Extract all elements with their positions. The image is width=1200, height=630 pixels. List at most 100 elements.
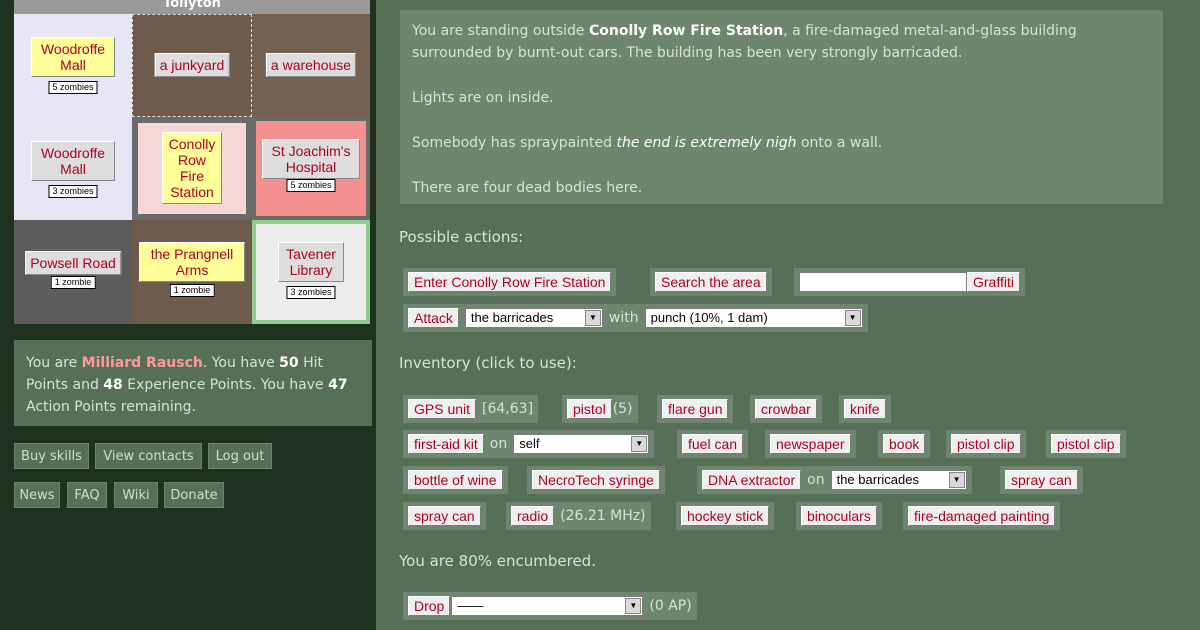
map-cell-warehouse: a warehouse	[252, 14, 370, 117]
map-cell-powsell-road: Powsell Road 1 zombie	[14, 220, 132, 324]
knife-button[interactable]: knife	[844, 399, 886, 419]
inventory-item: DNA extractor on the barricades ▼	[697, 466, 972, 494]
inventory-item: book	[878, 430, 931, 458]
faq-button[interactable]: FAQ	[67, 482, 107, 508]
bottle-of-wine-button[interactable]: bottle of wine	[408, 470, 503, 490]
first-aid-target-select[interactable]: self ▼	[513, 434, 650, 454]
map-location-button[interactable]: St Joachim's Hospital	[262, 139, 360, 179]
map-location-button[interactable]: Woodroffe Mall	[31, 141, 115, 181]
map-cell-hospital: St Joachim's Hospital 5 zombies	[252, 117, 370, 220]
weapon-select[interactable]: punch (10%, 1 dam) ▼	[644, 308, 863, 328]
description-paragraph: You are standing outside Conolly Row Fir…	[412, 23, 1077, 61]
attack-target-select[interactable]: the barricades ▼	[464, 308, 603, 328]
player-status: You are Milliard Rausch. You have 50 Hit…	[14, 340, 372, 426]
inventory-item: radio (26.21 MHz)	[506, 502, 651, 530]
enter-action: Enter Conolly Row Fire Station	[403, 268, 617, 296]
donate-button[interactable]: Donate	[164, 482, 224, 508]
pistol-ammo: (5)	[612, 401, 633, 417]
map-cell-woodroffe-mall-south: Woodroffe Mall 3 zombies	[14, 117, 132, 220]
encumbrance-text: You are 80% encumbered.	[399, 552, 596, 570]
map-cell-woodroffe-mall-north: Woodroffe Mall 5 zombies	[14, 14, 132, 117]
description-paragraph: Somebody has spraypainted the end is ext…	[412, 135, 883, 151]
pistol-button[interactable]: pistol	[567, 399, 612, 419]
dna-extractor-button[interactable]: DNA extractor	[702, 470, 802, 490]
map-cell-tavener-library: Tavener Library 3 zombies	[252, 220, 370, 324]
hit-points: 50	[279, 355, 299, 371]
map-location-button[interactable]: Tavener Library	[278, 242, 344, 282]
gps-unit-button[interactable]: GPS unit	[408, 399, 477, 419]
description-paragraph: There are four dead bodies here.	[412, 180, 643, 196]
drop-ap-cost: (0 AP)	[649, 598, 692, 614]
necrotech-syringe-button[interactable]: NecroTech syringe	[532, 470, 660, 490]
search-action: Search the area	[650, 268, 772, 296]
spray-can-button[interactable]: spray can	[408, 506, 481, 526]
map-location-button[interactable]: a warehouse	[265, 53, 357, 77]
inventory-item: spray can	[403, 502, 486, 530]
radio-button[interactable]: radio	[511, 506, 555, 526]
on-label: on	[489, 436, 508, 452]
inventory-item: pistol (5)	[562, 395, 638, 423]
attack-button[interactable]: Attack	[408, 308, 459, 328]
zombie-count: 1 zombie	[169, 284, 215, 297]
book-button[interactable]: book	[883, 434, 926, 454]
inventory-item: pistol clip	[946, 430, 1026, 458]
graffiti-input[interactable]	[799, 272, 967, 292]
dna-target-select[interactable]: the barricades ▼	[830, 470, 967, 490]
pistol-clip-button[interactable]: pistol clip	[951, 434, 1021, 454]
gps-coordinates: [64,63]	[482, 401, 534, 417]
graffiti-button[interactable]: Graffiti	[967, 272, 1020, 292]
map-location-button: Conolly Row Fire Station	[162, 132, 222, 204]
first-aid-kit-button[interactable]: first-aid kit	[408, 434, 484, 454]
inventory-item: GPS unit [64,63]	[403, 395, 539, 423]
chevron-down-icon: ▼	[844, 310, 861, 326]
inventory-item: flare gun	[657, 395, 734, 423]
inventory-item: spray can	[1000, 466, 1083, 494]
inventory-item: fuel can	[677, 430, 749, 458]
news-button[interactable]: News	[14, 482, 60, 508]
drop-item-select[interactable]: —— ▼	[451, 596, 644, 616]
view-contacts-button[interactable]: View contacts	[95, 443, 202, 469]
drop-action: Drop —— ▼ (0 AP)	[403, 592, 697, 620]
experience-points: 48	[103, 377, 123, 393]
drop-button[interactable]: Drop	[408, 596, 451, 616]
on-label: on	[807, 472, 825, 488]
map-cell-fire-station-current: Conolly Row Fire Station	[132, 117, 252, 220]
map-location-button[interactable]: Powsell Road	[25, 251, 121, 275]
newspaper-button[interactable]: newspaper	[770, 434, 851, 454]
with-label: with	[608, 310, 639, 326]
inventory-item: knife	[839, 395, 891, 423]
flare-gun-button[interactable]: flare gun	[662, 399, 729, 419]
map-cell-junkyard: a junkyard	[132, 14, 252, 117]
chevron-down-icon: ▼	[948, 472, 965, 488]
map-location-button[interactable]: a junkyard	[154, 53, 230, 77]
action-points: 47	[328, 377, 348, 393]
location-description: You are standing outside Conolly Row Fir…	[400, 10, 1163, 204]
chevron-down-icon: ▼	[625, 598, 642, 614]
binoculars-button[interactable]: binoculars	[801, 506, 877, 526]
spray-can-button[interactable]: spray can	[1005, 470, 1078, 490]
crowbar-button[interactable]: crowbar	[755, 399, 817, 419]
possible-actions-label: Possible actions:	[399, 228, 524, 246]
enter-building-button[interactable]: Enter Conolly Row Fire Station	[408, 272, 612, 292]
attack-action: Attack the barricades ▼ with punch (10%, …	[403, 304, 868, 332]
suburb-title: Tollyton	[14, 0, 370, 14]
map-location-button[interactable]: the Prangnell Arms	[139, 242, 245, 282]
pistol-clip-button[interactable]: pistol clip	[1051, 434, 1121, 454]
fire-damaged-painting-button[interactable]: fire-damaged painting	[908, 506, 1056, 526]
graffiti-action: Graffiti	[794, 268, 1025, 296]
inventory-item: newspaper	[765, 430, 856, 458]
buy-skills-button[interactable]: Buy skills	[14, 443, 89, 469]
zombie-count: 5 zombies	[286, 179, 336, 192]
chevron-down-icon: ▼	[584, 310, 601, 326]
hockey-stick-button[interactable]: hockey stick	[681, 506, 770, 526]
map-location-button[interactable]: Woodroffe Mall	[31, 37, 115, 77]
location-name: Conolly Row Fire Station	[588, 23, 784, 39]
inventory-item: pistol clip	[1046, 430, 1126, 458]
log-out-button[interactable]: Log out	[208, 443, 272, 469]
inventory-item: first-aid kit on self ▼	[403, 430, 655, 458]
description-paragraph: Lights are on inside.	[412, 90, 554, 106]
search-area-button[interactable]: Search the area	[655, 272, 767, 292]
inventory-item: hockey stick	[676, 502, 775, 530]
wiki-button[interactable]: Wiki	[114, 482, 158, 508]
fuel-can-button[interactable]: fuel can	[682, 434, 744, 454]
